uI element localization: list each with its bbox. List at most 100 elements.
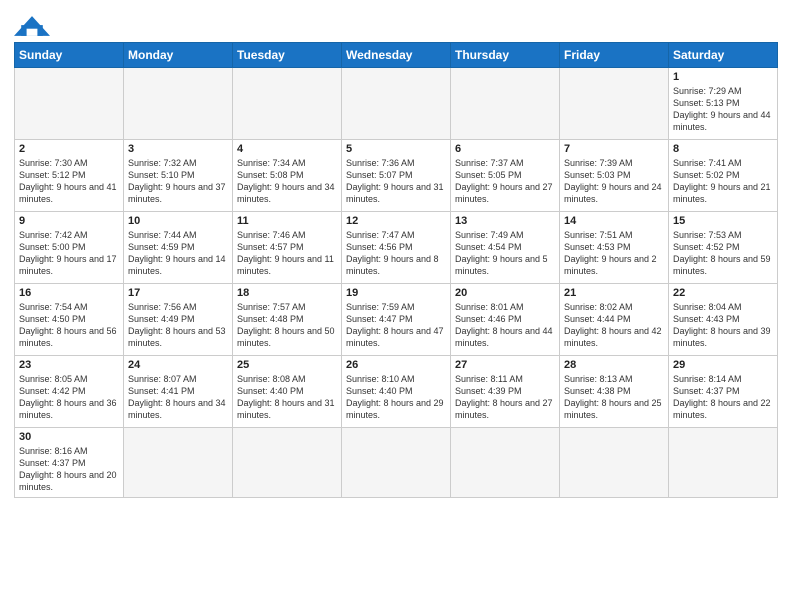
calendar-cell: 1Sunrise: 7:29 AM Sunset: 5:13 PM Daylig… [669,68,778,140]
day-info: Sunrise: 7:51 AM Sunset: 4:53 PM Dayligh… [564,229,664,278]
calendar-cell: 5Sunrise: 7:36 AM Sunset: 5:07 PM Daylig… [342,140,451,212]
day-info: Sunrise: 8:10 AM Sunset: 4:40 PM Dayligh… [346,373,446,422]
day-number: 19 [346,287,446,299]
calendar-cell: 21 Sunrise: 8:02 AM Sunset: 4:44 PM Dayli… [560,284,669,356]
day-info: Sunrise: 8:01 AM Sunset: 4:46 PM Dayligh… [455,301,555,350]
day-number: 25 [237,359,337,371]
day-info: Sunrise: 7:56 AM Sunset: 4:49 PM Dayligh… [128,301,228,350]
day-info: Sunrise: 7:49 AM Sunset: 4:54 PM Dayligh… [455,229,555,278]
logo-icon [14,16,50,36]
calendar-cell [560,428,669,498]
calendar-cell: 2 Sunrise: 7:30 AM Sunset: 5:12 PM Daylig… [15,140,124,212]
day-number: 27 [455,359,555,371]
page: SundayMondayTuesdayWednesdayThursdayFrid… [0,0,792,612]
calendar-cell: 12 Sunrise: 7:47 AM Sunset: 4:56 PM Dayli… [342,212,451,284]
weekday-header-thursday: Thursday [451,43,560,68]
calendar-cell: 28 Sunrise: 8:13 AM Sunset: 4:38 PM Dayli… [560,356,669,428]
weekday-header-friday: Friday [560,43,669,68]
day-number: 7 [564,143,664,155]
day-info: Sunrise: 7:42 AM Sunset: 5:00 PM Dayligh… [19,229,119,278]
day-number: 4 [237,143,337,155]
day-info: Sunrise: 7:29 AM Sunset: 5:13 PM Dayligh… [673,85,773,134]
day-info: Sunrise: 8:05 AM Sunset: 4:42 PM Dayligh… [19,373,119,422]
day-number: 3 [128,143,228,155]
day-info: Sunrise: 7:44 AM Sunset: 4:59 PM Dayligh… [128,229,228,278]
calendar-cell: 10 Sunrise: 7:44 AM Sunset: 4:59 PM Dayli… [124,212,233,284]
calendar-cell: 22 Sunrise: 8:04 AM Sunset: 4:43 PM Dayli… [669,284,778,356]
calendar-cell: 23 Sunrise: 8:05 AM Sunset: 4:42 PM Dayli… [15,356,124,428]
day-info: Sunrise: 7:46 AM Sunset: 4:57 PM Dayligh… [237,229,337,278]
day-number: 23 [19,359,119,371]
day-info: Sunrise: 8:07 AM Sunset: 4:41 PM Dayligh… [128,373,228,422]
day-number: 22 [673,287,773,299]
day-info: Sunrise: 8:13 AM Sunset: 4:38 PM Dayligh… [564,373,664,422]
day-number: 29 [673,359,773,371]
calendar-week-row: 2 Sunrise: 7:30 AM Sunset: 5:12 PM Daylig… [15,140,778,212]
day-info: Sunrise: 8:11 AM Sunset: 4:39 PM Dayligh… [455,373,555,422]
day-number: 24 [128,359,228,371]
day-number: 9 [19,215,119,227]
calendar-cell: 7 Sunrise: 7:39 AM Sunset: 5:03 PM Daylig… [560,140,669,212]
weekday-header-sunday: Sunday [15,43,124,68]
calendar-cell [451,428,560,498]
day-info: Sunrise: 8:14 AM Sunset: 4:37 PM Dayligh… [673,373,773,422]
calendar-cell: 4 Sunrise: 7:34 AM Sunset: 5:08 PM Daylig… [233,140,342,212]
calendar-cell: 19 Sunrise: 7:59 AM Sunset: 4:47 PM Dayli… [342,284,451,356]
day-info: Sunrise: 7:54 AM Sunset: 4:50 PM Dayligh… [19,301,119,350]
calendar-week-row: 16 Sunrise: 7:54 AM Sunset: 4:50 PM Dayli… [15,284,778,356]
calendar-cell: 6 Sunrise: 7:37 AM Sunset: 5:05 PM Daylig… [451,140,560,212]
day-info: Sunrise: 7:34 AM Sunset: 5:08 PM Dayligh… [237,157,337,206]
calendar-week-row: 9 Sunrise: 7:42 AM Sunset: 5:00 PM Daylig… [15,212,778,284]
calendar-cell: 15Sunrise: 7:53 AM Sunset: 4:52 PM Dayli… [669,212,778,284]
calendar-cell [233,428,342,498]
day-info: Sunrise: 8:16 AM Sunset: 4:37 PM Dayligh… [19,445,119,494]
day-number: 16 [19,287,119,299]
day-info: Sunrise: 7:37 AM Sunset: 5:05 PM Dayligh… [455,157,555,206]
day-number: 15 [673,215,773,227]
calendar-cell [451,68,560,140]
day-number: 28 [564,359,664,371]
weekday-header-row: SundayMondayTuesdayWednesdayThursdayFrid… [15,43,778,68]
day-info: Sunrise: 8:02 AM Sunset: 4:44 PM Dayligh… [564,301,664,350]
day-number: 12 [346,215,446,227]
day-info: Sunrise: 8:08 AM Sunset: 4:40 PM Dayligh… [237,373,337,422]
calendar-cell: 8Sunrise: 7:41 AM Sunset: 5:02 PM Daylig… [669,140,778,212]
day-number: 2 [19,143,119,155]
calendar-cell: 24 Sunrise: 8:07 AM Sunset: 4:41 PM Dayli… [124,356,233,428]
calendar-cell: 30 Sunrise: 8:16 AM Sunset: 4:37 PM Dayli… [15,428,124,498]
day-number: 8 [673,143,773,155]
day-number: 5 [346,143,446,155]
day-number: 26 [346,359,446,371]
day-info: Sunrise: 7:39 AM Sunset: 5:03 PM Dayligh… [564,157,664,206]
day-info: Sunrise: 7:59 AM Sunset: 4:47 PM Dayligh… [346,301,446,350]
day-number: 20 [455,287,555,299]
calendar-cell: 14Sunrise: 7:51 AM Sunset: 4:53 PM Dayli… [560,212,669,284]
calendar-cell [233,68,342,140]
day-number: 6 [455,143,555,155]
calendar-cell: 29 Sunrise: 8:14 AM Sunset: 4:37 PM Dayli… [669,356,778,428]
day-number: 18 [237,287,337,299]
day-number: 30 [19,431,119,443]
calendar-week-row: 23 Sunrise: 8:05 AM Sunset: 4:42 PM Dayli… [15,356,778,428]
day-info: Sunrise: 7:32 AM Sunset: 5:10 PM Dayligh… [128,157,228,206]
weekday-header-wednesday: Wednesday [342,43,451,68]
calendar-cell [342,68,451,140]
calendar-cell [124,428,233,498]
weekday-header-tuesday: Tuesday [233,43,342,68]
day-number: 10 [128,215,228,227]
calendar-cell [669,428,778,498]
calendar-cell [560,68,669,140]
calendar-cell: 3 Sunrise: 7:32 AM Sunset: 5:10 PM Daylig… [124,140,233,212]
day-info: Sunrise: 7:47 AM Sunset: 4:56 PM Dayligh… [346,229,446,278]
calendar-cell: 26 Sunrise: 8:10 AM Sunset: 4:40 PM Dayli… [342,356,451,428]
calendar-table: SundayMondayTuesdayWednesdayThursdayFrid… [14,42,778,498]
calendar-cell: 25 Sunrise: 8:08 AM Sunset: 4:40 PM Dayli… [233,356,342,428]
day-number: 21 [564,287,664,299]
calendar-cell [124,68,233,140]
day-info: Sunrise: 7:30 AM Sunset: 5:12 PM Dayligh… [19,157,119,206]
calendar-cell: 20 Sunrise: 8:01 AM Sunset: 4:46 PM Dayli… [451,284,560,356]
day-info: Sunrise: 8:04 AM Sunset: 4:43 PM Dayligh… [673,301,773,350]
calendar-cell: 27 Sunrise: 8:11 AM Sunset: 4:39 PM Dayli… [451,356,560,428]
weekday-header-saturday: Saturday [669,43,778,68]
logo [14,10,50,36]
